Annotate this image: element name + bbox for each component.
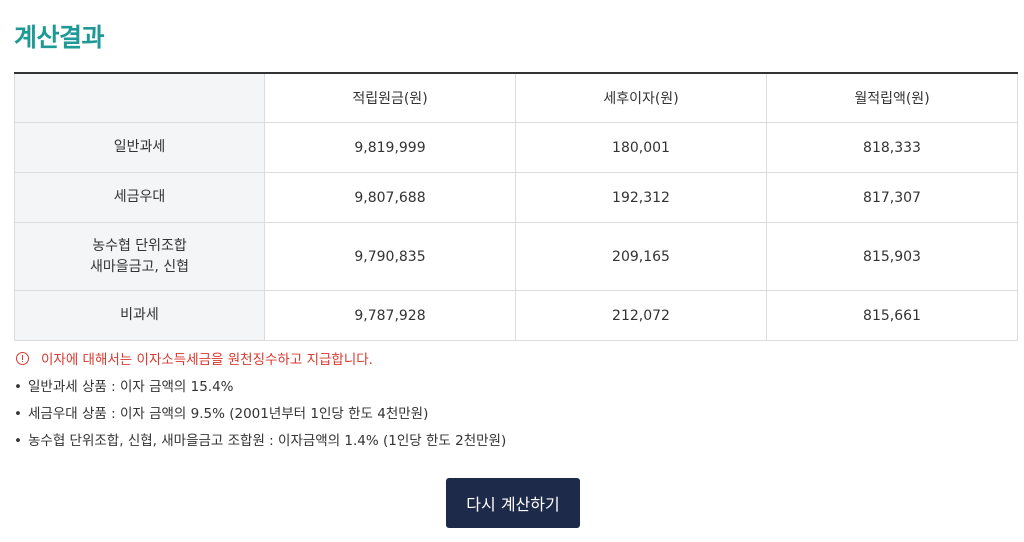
tax-notice: 이자에 대해서는 이자소득세금을 원천징수하고 지급합니다. (16, 348, 373, 368)
note-text: 일반과세 상품 : 이자 금액의 15.4% (28, 379, 234, 395)
tax-notice-text: 이자에 대해서는 이자소득세금을 원천징수하고 지급합니다. (41, 352, 373, 368)
cell-monthly-deposit: 815,661 (766, 290, 1018, 341)
cell-after-tax-interest: 192,312 (515, 172, 767, 223)
list-item: • 일반과세 상품 : 이자 금액의 15.4% (14, 377, 506, 404)
table-row: 일반과세 9,819,999 180,001 818,333 (14, 122, 1018, 173)
row-label-line: 새마을금고, 신협 (89, 258, 190, 275)
row-label-tax-exempt: 비과세 (14, 290, 265, 341)
row-label-line: 세금우대 (113, 189, 166, 205)
row-label-line: 비과세 (120, 307, 159, 323)
row-label-line: 농수협 단위조합 (92, 237, 187, 254)
column-header-monthly-deposit: 월적립액(원) (766, 72, 1018, 123)
cell-principal: 9,807,688 (264, 172, 516, 223)
cell-after-tax-interest: 180,001 (515, 122, 767, 173)
table-row: 농수협 단위조합 새마을금고, 신협 9,790,835 209,165 815… (14, 222, 1018, 291)
cell-principal: 9,819,999 (264, 122, 516, 173)
bullet-icon: • (14, 406, 22, 422)
row-label-cooperative: 농수협 단위조합 새마을금고, 신협 (14, 222, 265, 291)
list-item: • 세금우대 상품 : 이자 금액의 9.5% (2001년부터 1인당 한도 … (14, 404, 506, 431)
result-page: 계산결과 적립원금(원) 세후이자(원) 월적립액(원) 일반과세 9,819,… (0, 0, 1024, 542)
table-corner-cell (14, 72, 265, 123)
bullet-icon: • (14, 379, 22, 395)
cell-monthly-deposit: 817,307 (766, 172, 1018, 223)
note-text: 세금우대 상품 : 이자 금액의 9.5% (2001년부터 1인당 한도 4천… (28, 406, 429, 422)
column-header-after-tax-interest: 세후이자(원) (515, 72, 767, 123)
recalculate-button[interactable]: 다시 계산하기 (446, 478, 580, 528)
table-row: 세금우대 9,807,688 192,312 817,307 (14, 172, 1018, 223)
row-label-general-tax: 일반과세 (14, 122, 265, 173)
info-circle-icon (16, 351, 29, 365)
tax-rate-notes: • 일반과세 상품 : 이자 금액의 15.4% • 세금우대 상품 : 이자 … (14, 377, 506, 458)
table-header-row: 적립원금(원) 세후이자(원) 월적립액(원) (14, 72, 1018, 123)
cell-monthly-deposit: 818,333 (766, 122, 1018, 173)
cell-after-tax-interest: 209,165 (515, 222, 767, 291)
bullet-icon: • (14, 433, 22, 449)
row-label-line: 일반과세 (113, 139, 166, 155)
result-table: 적립원금(원) 세후이자(원) 월적립액(원) 일반과세 9,819,999 1… (14, 72, 1018, 341)
cell-principal: 9,790,835 (264, 222, 516, 291)
cell-monthly-deposit: 815,903 (766, 222, 1018, 291)
table-row: 비과세 9,787,928 212,072 815,661 (14, 290, 1018, 341)
row-label-tax-preferred: 세금우대 (14, 172, 265, 223)
page-title: 계산결과 (14, 23, 105, 52)
note-text: 농수협 단위조합, 신협, 새마을금고 조합원 : 이자금액의 1.4% (1인… (28, 433, 507, 449)
column-header-principal: 적립원금(원) (264, 72, 516, 123)
list-item: • 농수협 단위조합, 신협, 새마을금고 조합원 : 이자금액의 1.4% (… (14, 431, 506, 458)
cell-principal: 9,787,928 (264, 290, 516, 341)
cell-after-tax-interest: 212,072 (515, 290, 767, 341)
